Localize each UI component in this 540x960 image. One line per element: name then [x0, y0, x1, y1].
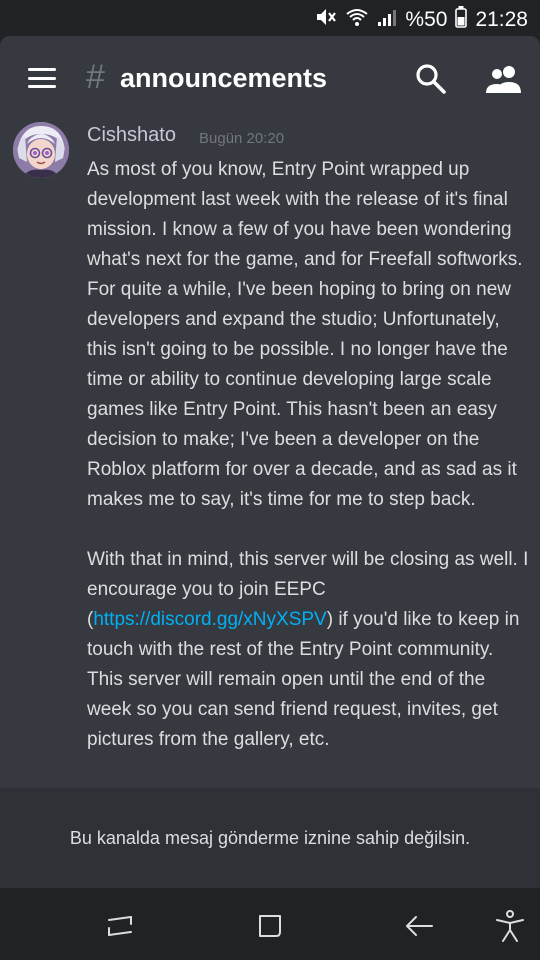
- no-permission-text: Bu kanalda mesaj gönderme iznine sahip d…: [69, 828, 471, 848]
- menu-icon[interactable]: [28, 68, 56, 88]
- channel-header: # announcements: [0, 36, 540, 122]
- message-paragraph: With that in mind, this server will be c…: [87, 545, 532, 755]
- battery-icon: [455, 6, 468, 34]
- message-text: ) if you'd like to keep in touch with th…: [87, 609, 520, 750]
- search-icon[interactable]: [415, 63, 447, 95]
- battery-percent: %50: [405, 8, 448, 31]
- clock: 21:28: [475, 8, 528, 31]
- invite-link[interactable]: https://discord.gg/xNyXSPV: [93, 609, 326, 630]
- message-timestamp: Bugün 20:20: [199, 130, 285, 147]
- home-icon[interactable]: [252, 908, 288, 944]
- system-nav-bar: [0, 888, 540, 960]
- status-bar: %50 21:28: [0, 0, 540, 36]
- app-window: # announcements Cishshato Bugün 20:20 As…: [0, 36, 540, 888]
- channel-title: announcements: [120, 63, 328, 93]
- members-icon[interactable]: [485, 64, 523, 96]
- message-content: As most of you know, Entry Point wrapped…: [87, 155, 532, 755]
- back-icon[interactable]: [402, 908, 438, 944]
- recents-icon[interactable]: [102, 908, 138, 944]
- message-paragraph: As most of you know, Entry Point wrapped…: [87, 159, 523, 510]
- avatar[interactable]: [13, 122, 69, 178]
- signal-icon: [377, 7, 397, 33]
- author-name[interactable]: Cishshato: [87, 124, 176, 147]
- wifi-icon: [345, 7, 369, 33]
- accessibility-icon[interactable]: [492, 908, 528, 944]
- channel-hash-icon: #: [86, 58, 105, 96]
- no-permission-notice: Bu kanalda mesaj gönderme iznine sahip d…: [0, 788, 540, 888]
- mute-icon: [315, 7, 337, 33]
- status-icons: %50 21:28: [315, 6, 528, 34]
